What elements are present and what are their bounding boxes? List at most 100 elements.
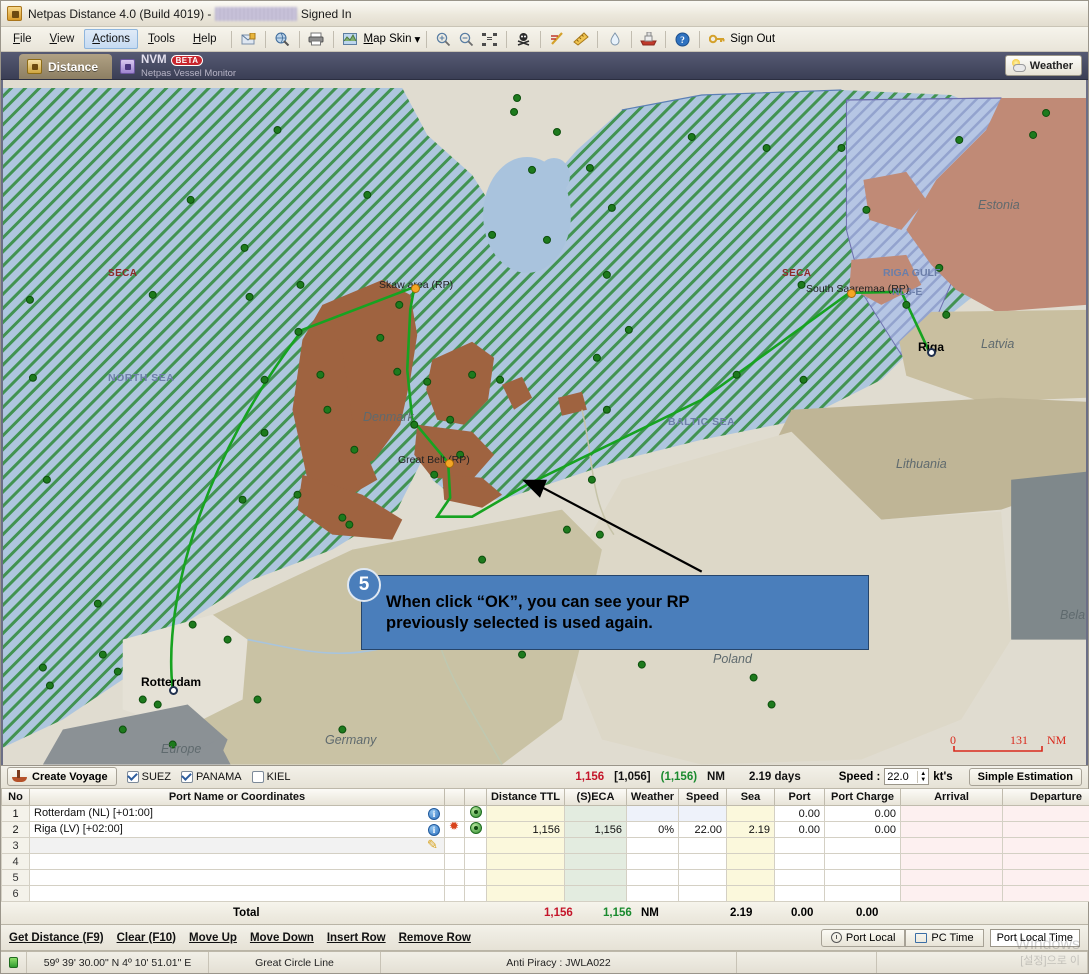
cell-speed[interactable] xyxy=(678,885,727,902)
create-voyage-button[interactable]: Create Voyage xyxy=(7,767,117,786)
checkbox-panama[interactable]: PANAMA xyxy=(180,770,242,783)
cell-arrival[interactable] xyxy=(900,869,1003,886)
menu-view[interactable]: View xyxy=(42,29,83,49)
cell-departure[interactable] xyxy=(1002,837,1089,854)
rp-dot-great-belt[interactable] xyxy=(445,459,454,468)
cell-flag-icon[interactable] xyxy=(444,821,465,838)
menu-actions[interactable]: Actions xyxy=(84,29,138,49)
col-speed[interactable]: Speed xyxy=(678,788,727,806)
zoom-in-icon[interactable] xyxy=(433,30,454,49)
cell-weather[interactable] xyxy=(626,853,679,870)
sign-out-button[interactable]: Sign Out xyxy=(706,30,775,49)
table-row[interactable]: 3 xyxy=(1,837,1089,854)
cell-port-charge[interactable] xyxy=(824,885,901,902)
cell-departure[interactable] xyxy=(1002,869,1089,886)
col-sea[interactable]: Sea xyxy=(726,788,775,806)
info-icon[interactable]: i xyxy=(428,824,440,836)
cell-target-icon[interactable] xyxy=(464,885,487,902)
col-departure[interactable]: Departure xyxy=(1002,788,1089,806)
cell-flag-icon[interactable] xyxy=(444,853,465,870)
cell-port-name[interactable] xyxy=(29,853,445,870)
tab-distance[interactable]: Distance xyxy=(19,54,113,79)
menu-file[interactable]: File xyxy=(5,29,40,49)
col-weather[interactable]: Weather xyxy=(626,788,679,806)
tab-nvm[interactable]: NVM BETA Netpas Vessel Monitor xyxy=(112,54,250,79)
cell-distance-ttl[interactable] xyxy=(486,853,565,870)
cell-distance-ttl[interactable]: 1,156 xyxy=(486,821,565,838)
cell-speed[interactable] xyxy=(678,853,727,870)
cell-sea[interactable] xyxy=(726,805,775,822)
cell-weather[interactable] xyxy=(626,805,679,822)
cell-port-cost[interactable]: 0.00 xyxy=(774,821,825,838)
cell-arrival[interactable] xyxy=(900,821,1003,838)
table-row[interactable]: 5 xyxy=(1,869,1089,886)
col-port-name[interactable]: Port Name or Coordinates xyxy=(29,788,445,806)
cell-arrival[interactable] xyxy=(900,885,1003,902)
cell-seca[interactable] xyxy=(564,837,627,854)
table-row[interactable]: 6 xyxy=(1,885,1089,902)
col-distance-ttl[interactable]: Distance TTL xyxy=(486,788,565,806)
cell-port-cost[interactable] xyxy=(774,853,825,870)
piracy-icon[interactable] xyxy=(513,30,534,49)
cell-speed[interactable] xyxy=(678,837,727,854)
ruler-icon[interactable] xyxy=(570,30,591,49)
cell-sea[interactable] xyxy=(726,837,775,854)
cell-target-icon[interactable] xyxy=(464,805,487,822)
mail-icon[interactable] xyxy=(238,30,259,49)
vessel-icon[interactable] xyxy=(638,30,659,49)
checkbox-suez-box[interactable] xyxy=(126,770,139,783)
voyage-grid[interactable]: No Port Name or Coordinates Distance TTL… xyxy=(1,788,1089,902)
cell-weather[interactable] xyxy=(626,837,679,854)
cell-target-icon[interactable] xyxy=(464,853,487,870)
checkbox-panama-box[interactable] xyxy=(180,770,193,783)
cell-sea[interactable]: 2.19 xyxy=(726,821,775,838)
printer-icon[interactable] xyxy=(306,30,327,49)
cell-flag-icon[interactable] xyxy=(444,805,465,822)
cell-arrival[interactable] xyxy=(900,853,1003,870)
cell-sea[interactable] xyxy=(726,885,775,902)
port-dot-riga[interactable] xyxy=(927,348,936,357)
cell-distance-ttl[interactable] xyxy=(486,885,565,902)
cell-port-name[interactable] xyxy=(29,837,445,854)
checkbox-suez[interactable]: SUEZ xyxy=(126,770,171,783)
move-down-link[interactable]: Move Down xyxy=(250,932,314,944)
cell-distance-ttl[interactable] xyxy=(486,869,565,886)
sign-out-label[interactable]: Sign Out xyxy=(728,33,775,45)
web-search-icon[interactable] xyxy=(272,30,293,49)
key-icon[interactable] xyxy=(706,30,727,49)
route-edit-icon[interactable] xyxy=(547,30,568,49)
map-skin-icon[interactable] xyxy=(340,30,361,49)
rp-dot-skaw[interactable] xyxy=(411,284,420,293)
cell-seca[interactable]: 1,156 xyxy=(564,821,627,838)
fit-screen-icon[interactable] xyxy=(479,30,500,49)
col-icon-1[interactable] xyxy=(444,788,465,806)
map-skin-button[interactable]: Map Skin ▾ xyxy=(340,30,420,49)
info-icon[interactable]: i xyxy=(428,808,440,820)
cell-seca[interactable] xyxy=(564,885,627,902)
cell-departure[interactable] xyxy=(1002,885,1089,902)
cell-target-icon[interactable] xyxy=(464,837,487,854)
table-row[interactable]: 4 xyxy=(1,853,1089,870)
weather-button[interactable]: Weather xyxy=(1004,55,1082,76)
cell-seca[interactable] xyxy=(564,869,627,886)
help-icon[interactable]: ? xyxy=(672,30,693,49)
cell-weather[interactable] xyxy=(626,885,679,902)
cell-sea[interactable] xyxy=(726,869,775,886)
cell-port-charge[interactable] xyxy=(824,853,901,870)
speed-stepper[interactable]: ▲▼ xyxy=(884,768,930,785)
green-target-icon[interactable] xyxy=(469,806,482,818)
cell-port-name[interactable] xyxy=(29,869,445,886)
cell-port-charge[interactable]: 0.00 xyxy=(824,805,901,822)
cell-departure[interactable] xyxy=(1002,853,1089,870)
speed-stepper-arrows[interactable]: ▲ ▼ xyxy=(917,770,928,783)
cell-flag-icon[interactable] xyxy=(444,885,465,902)
menu-help[interactable]: Help xyxy=(185,29,225,49)
green-target-icon[interactable] xyxy=(469,822,482,834)
cell-port-cost[interactable] xyxy=(774,869,825,886)
checkbox-kiel[interactable]: KIEL xyxy=(251,770,290,783)
cell-speed[interactable] xyxy=(678,869,727,886)
cell-target-icon[interactable] xyxy=(464,869,487,886)
move-up-link[interactable]: Move Up xyxy=(189,932,237,944)
cell-flag-icon[interactable] xyxy=(444,869,465,886)
cell-port-charge[interactable]: 0.00 xyxy=(824,821,901,838)
